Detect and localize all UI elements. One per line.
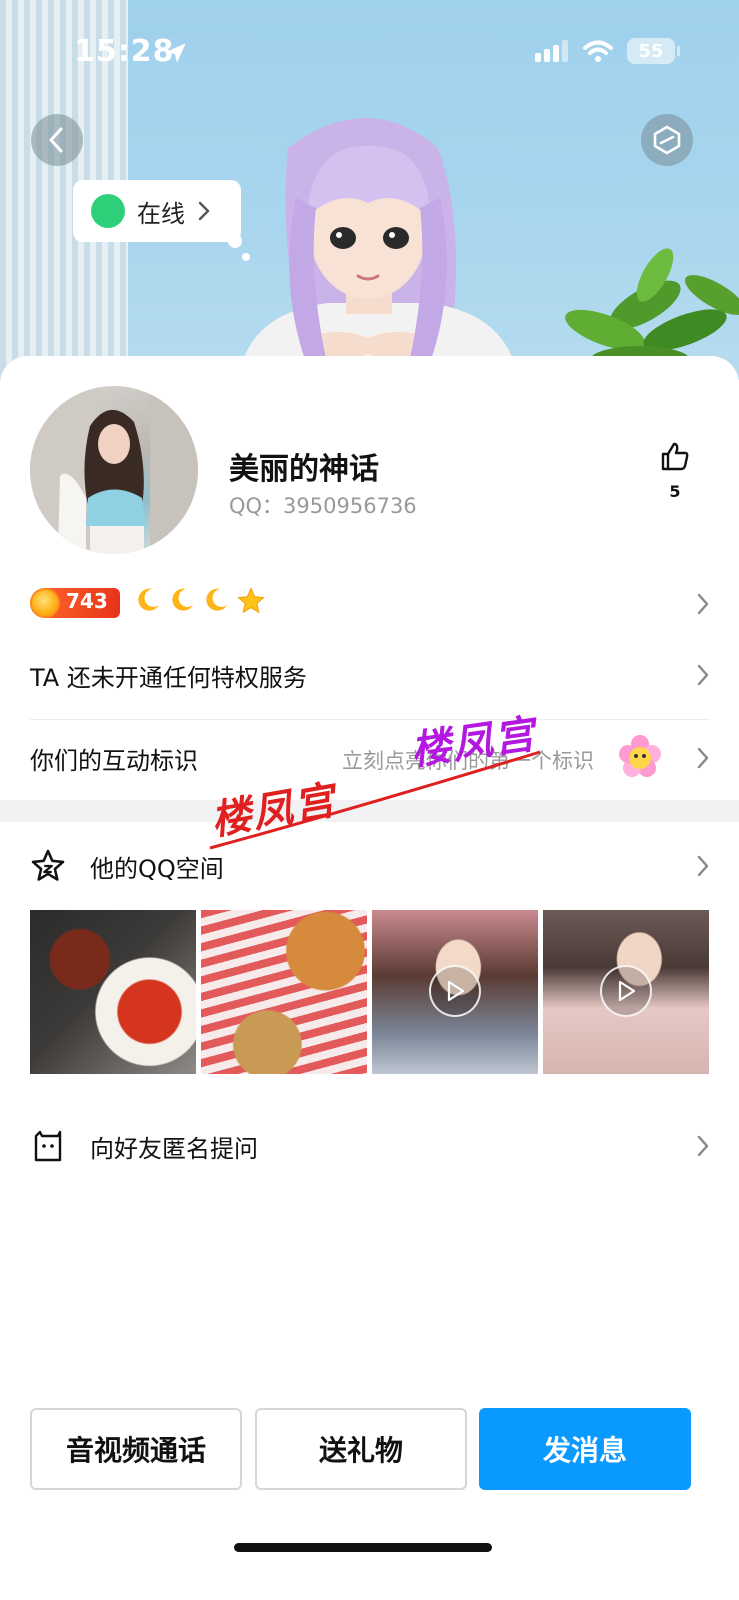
send-gift-button[interactable]: 送礼物 bbox=[255, 1408, 467, 1490]
online-status-label: 在线 bbox=[137, 199, 185, 228]
divider bbox=[30, 719, 710, 720]
qzone-video[interactable] bbox=[372, 910, 538, 1074]
avatar-3d-figure bbox=[238, 118, 518, 380]
chevron-right-icon bbox=[697, 664, 709, 686]
profile-hero-banner: 15:28 55 在线 bbox=[0, 0, 739, 380]
status-time: 15:28 bbox=[74, 34, 175, 69]
moon-icon bbox=[138, 588, 159, 611]
anonymous-question-row[interactable]: 向好友匿名提问 bbox=[30, 1116, 710, 1176]
thumbs-up-icon bbox=[661, 442, 689, 471]
level-icons bbox=[134, 586, 266, 616]
star-icon bbox=[237, 587, 265, 614]
like-count: 5 bbox=[669, 482, 681, 501]
play-icon bbox=[429, 965, 481, 1017]
online-status-bubble[interactable]: 在线 bbox=[73, 180, 241, 242]
bubble-tail-dot bbox=[242, 253, 250, 261]
signal-icon bbox=[535, 40, 568, 62]
hexagon-icon bbox=[653, 125, 681, 155]
chevron-right-icon bbox=[697, 1135, 709, 1157]
qq-number: QQ：3950956736 bbox=[229, 494, 417, 518]
qzone-photo[interactable] bbox=[30, 910, 196, 1074]
home-indicator[interactable] bbox=[234, 1543, 492, 1552]
battery-indicator: 55 bbox=[627, 38, 680, 64]
nickname: 美丽的神话 bbox=[229, 452, 379, 487]
like-button[interactable]: 5 bbox=[655, 440, 695, 501]
chevron-left-icon bbox=[49, 127, 63, 153]
avatar[interactable] bbox=[30, 386, 198, 554]
play-icon bbox=[600, 965, 652, 1017]
qq-level-row[interactable]: 743 bbox=[30, 584, 710, 624]
avatar-photo bbox=[30, 386, 198, 554]
chevron-right-icon bbox=[697, 855, 709, 877]
moon-icon bbox=[206, 588, 227, 611]
status-indicators: 55 bbox=[535, 38, 680, 64]
flower-sticker-icon bbox=[619, 735, 661, 777]
avatar-setting-button[interactable] bbox=[641, 114, 693, 166]
location-arrow-icon bbox=[166, 43, 186, 63]
qzone-video[interactable] bbox=[543, 910, 709, 1074]
video-call-button[interactable]: 音视频通话 bbox=[30, 1408, 242, 1490]
bubble-tail-dot bbox=[228, 234, 242, 248]
online-dot-icon bbox=[91, 194, 125, 228]
question-box-icon bbox=[34, 1130, 62, 1162]
qzone-photo-grid bbox=[30, 910, 710, 1074]
wifi-icon bbox=[583, 40, 613, 62]
level-number: 743 bbox=[66, 589, 108, 613]
send-message-button[interactable]: 发消息 bbox=[479, 1408, 691, 1490]
qzone-photo[interactable] bbox=[201, 910, 367, 1074]
chevron-right-icon bbox=[697, 593, 709, 615]
chevron-right-icon bbox=[697, 747, 709, 769]
chevron-right-icon bbox=[198, 201, 210, 221]
privilege-label: TA 还未开通任何特权服务 bbox=[30, 663, 307, 692]
privilege-row[interactable]: TA 还未开通任何特权服务 bbox=[30, 645, 710, 705]
qzone-star-icon bbox=[31, 849, 65, 881]
moon-icon bbox=[172, 588, 193, 611]
anonymous-question-label: 向好友匿名提问 bbox=[90, 1134, 258, 1163]
back-button[interactable] bbox=[31, 114, 83, 166]
sun-coin-icon bbox=[30, 588, 60, 618]
interaction-label: 你们的互动标识 bbox=[30, 746, 198, 775]
